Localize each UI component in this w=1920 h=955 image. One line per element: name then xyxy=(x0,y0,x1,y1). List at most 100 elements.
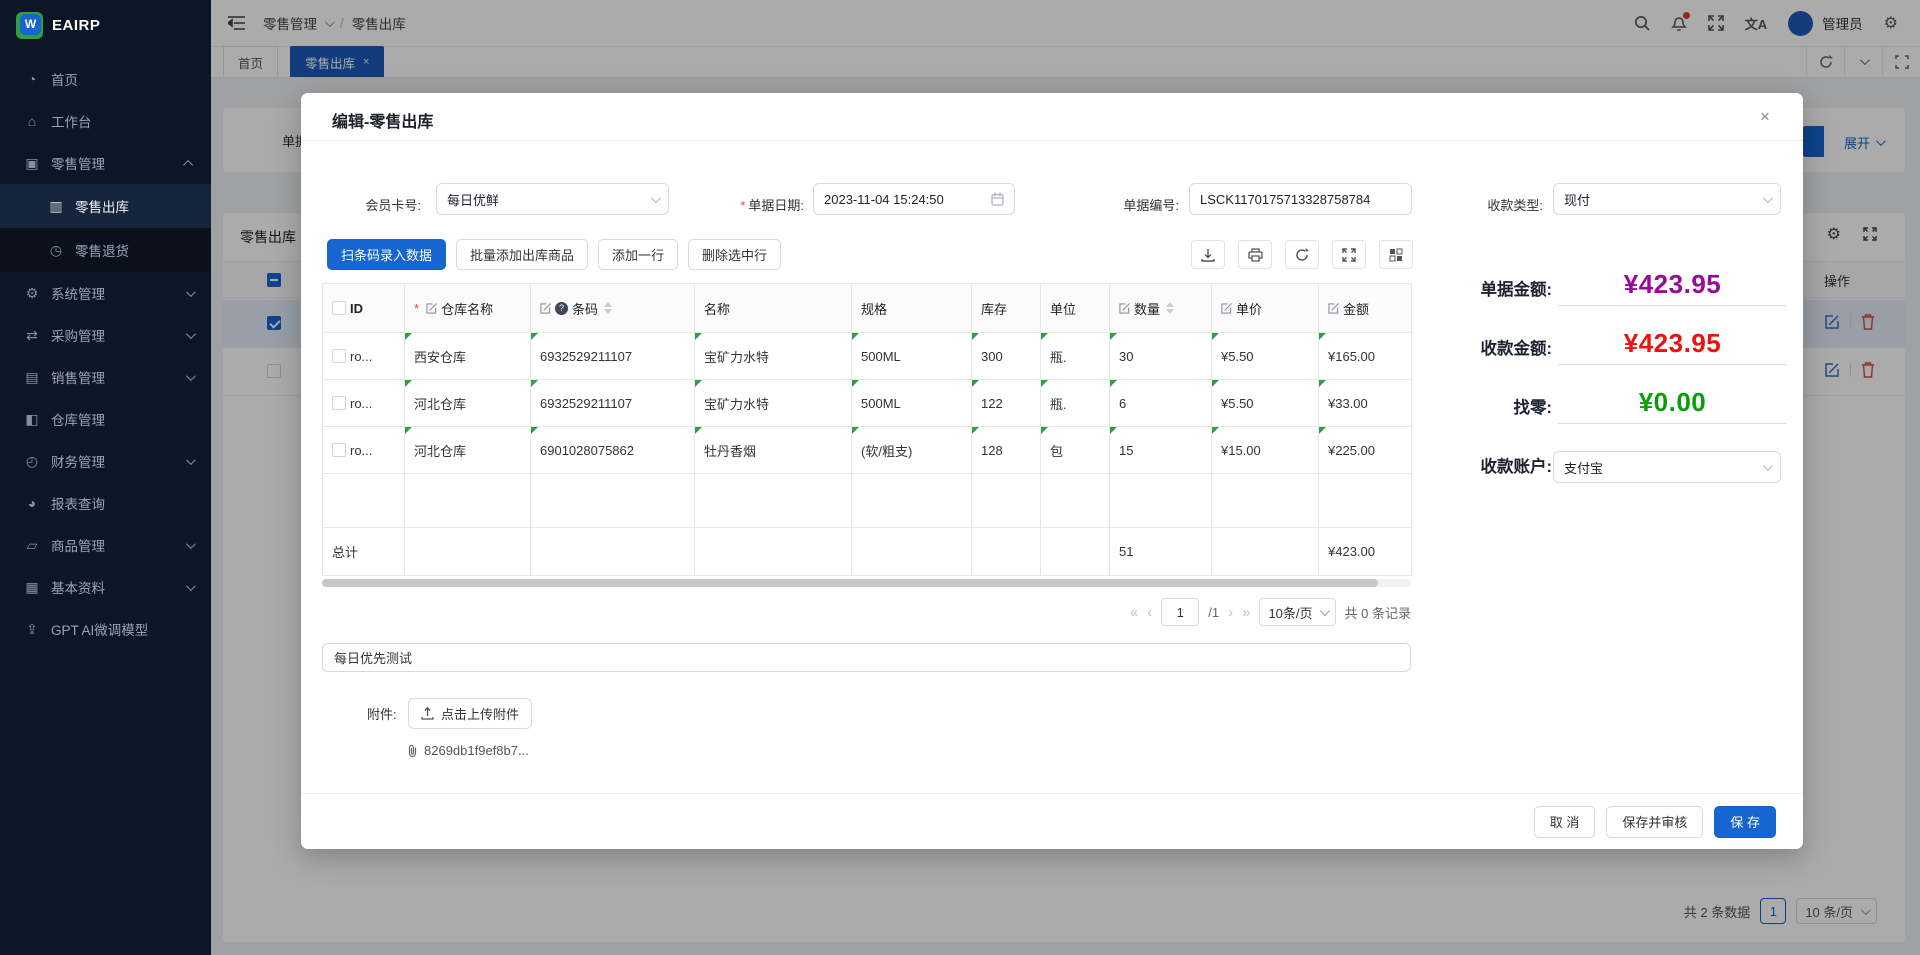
item-row[interactable]: ro... 河北仓库 6932529211107 宝矿力水特 500ML 122… xyxy=(323,380,1412,427)
edit-icon xyxy=(1119,303,1130,314)
chevron-down-icon xyxy=(186,455,196,465)
chevron-down-icon xyxy=(186,539,196,549)
account-select[interactable]: 支付宝 xyxy=(1553,451,1781,483)
download-icon[interactable] xyxy=(1191,240,1225,269)
remark-input[interactable]: 每日优先测试 xyxy=(322,643,1411,672)
total-row: 总计 51 ¥423.00 xyxy=(323,528,1412,576)
items-table: ID *仓库名称 条码 名称 规格 库存 单位 数量 单价 金额 ro... 西… xyxy=(322,283,1411,576)
last-page-icon[interactable]: » xyxy=(1242,604,1250,621)
close-modal-icon[interactable]: × xyxy=(1753,105,1777,129)
record-count: 共 0 条记录 xyxy=(1345,603,1411,622)
calendar-icon xyxy=(991,192,1004,206)
sidebar-item-system[interactable]: ⚙ 系统管理 xyxy=(0,272,211,314)
received-amount-value[interactable]: ¥423.95 xyxy=(1558,328,1787,365)
gear-icon: ⚙ xyxy=(24,285,40,302)
bill-date-input[interactable]: 2023-11-04 15:24:50 xyxy=(813,183,1015,215)
empty-row xyxy=(323,474,1412,528)
sidebar-item-finance[interactable]: ◴ 财务管理 xyxy=(0,440,211,482)
chevron-down-icon xyxy=(186,287,196,297)
member-card-label: 会员卡号: xyxy=(321,190,421,222)
upload-icon xyxy=(421,707,434,720)
pay-type-label: 收款类型: xyxy=(1461,190,1543,222)
sidebar: W EAIRP ◔ 首页 ⌂ 工作台 ▣ 零售管理 ▥ 零售出库 ◷ 零售退货 xyxy=(0,0,211,955)
print-icon[interactable] xyxy=(1238,240,1272,269)
sort-icon[interactable] xyxy=(1166,302,1174,314)
upload-attachment-button[interactable]: 点击上传附件 xyxy=(408,698,532,729)
row-checkbox[interactable] xyxy=(332,443,346,457)
page-size-select[interactable]: 10条/页 xyxy=(1259,598,1335,626)
bill-no-input[interactable]: LSCK1170175713328758784 xyxy=(1189,183,1412,215)
history-icon: ◴ xyxy=(24,453,40,470)
item-row[interactable]: ro... 西安仓库 6932529211107 宝矿力水特 500ML 300… xyxy=(323,333,1412,380)
page-input[interactable]: 1 xyxy=(1161,598,1199,626)
help-icon xyxy=(555,302,568,315)
sidebar-item-warehouse[interactable]: ◧ 仓库管理 xyxy=(0,398,211,440)
sidebar-item-sales[interactable]: ▤ 销售管理 xyxy=(0,356,211,398)
sidebar-item-workbench[interactable]: ⌂ 工作台 xyxy=(0,100,211,142)
edit-icon xyxy=(1328,303,1339,314)
change-amount-row: 找零: ¥0.00 xyxy=(1455,387,1787,424)
sidebar-item-product[interactable]: ▱ 商品管理 xyxy=(0,524,211,566)
scan-barcode-button[interactable]: 扫条码录入数据 xyxy=(327,239,446,270)
layout-icon: ▤ xyxy=(24,369,40,386)
modal-header: 编辑-零售出库 × xyxy=(301,93,1803,141)
edit-icon xyxy=(426,303,437,314)
batch-add-products-button[interactable]: 批量添加出库商品 xyxy=(456,239,588,270)
sidebar-item-report[interactable]: ◕ 报表查询 xyxy=(0,482,211,524)
dashboard-icon: ◔ xyxy=(24,71,40,87)
home-icon: ⌂ xyxy=(24,113,40,129)
brand-logo: W EAIRP xyxy=(0,0,211,50)
attachment-label: 附件: xyxy=(367,704,397,723)
bank-icon: ◧ xyxy=(24,411,40,428)
sidebar-item-basedata[interactable]: ▦ 基本资料 xyxy=(0,566,211,608)
first-page-icon[interactable]: « xyxy=(1130,604,1138,621)
sidebar-item-home[interactable]: ◔ 首页 xyxy=(0,58,211,100)
received-amount-row: 收款金额: ¥423.95 xyxy=(1455,328,1787,365)
attachment-file-link[interactable]: 8269db1f9ef8b7... xyxy=(407,743,529,758)
save-and-audit-button[interactable]: 保存并审核 xyxy=(1606,806,1703,838)
brand-logo-icon: W xyxy=(16,12,43,39)
sidebar-item-retail-outbound[interactable]: ▥ 零售出库 xyxy=(0,184,211,228)
folder-icon: ▣ xyxy=(24,155,40,172)
column-settings-icon[interactable] xyxy=(1379,240,1413,269)
row-checkbox[interactable] xyxy=(332,349,346,363)
sidebar-item-purchase[interactable]: ⇄ 采购管理 xyxy=(0,314,211,356)
save-button[interactable]: 保 存 xyxy=(1714,806,1776,838)
item-row[interactable]: ro... 河北仓库 6901028075862 牡丹香烟 (软/粗支) 128… xyxy=(323,427,1412,474)
next-page-icon[interactable]: › xyxy=(1228,604,1233,621)
chevron-down-icon xyxy=(186,329,196,339)
brand-name: EAIRP xyxy=(52,17,100,34)
edit-icon xyxy=(1221,303,1232,314)
sidebar-item-retail[interactable]: ▣ 零售管理 xyxy=(0,142,211,184)
modal-title: 编辑-零售出库 xyxy=(332,108,433,132)
sidebar-item-retail-return[interactable]: ◷ 零售退货 xyxy=(0,228,211,272)
chevron-down-icon xyxy=(186,371,196,381)
table-fullscreen-icon[interactable] xyxy=(1332,240,1366,269)
account-label: 收款账户: xyxy=(1455,451,1552,483)
bag-icon: ▱ xyxy=(24,537,40,554)
sidebar-item-gpt[interactable]: ⇪ GPT AI微调模型 xyxy=(0,608,211,650)
member-card-select[interactable]: 每日优鲜 xyxy=(436,183,669,215)
bill-amount-row: 单据金额: ¥423.95 xyxy=(1455,269,1787,306)
cancel-button[interactable]: 取 消 xyxy=(1534,806,1596,838)
refresh-icon[interactable] xyxy=(1285,240,1319,269)
edit-retail-outbound-modal: 编辑-零售出库 × 会员卡号: 每日优鲜 *单据日期: 2023-11-04 1… xyxy=(301,93,1803,849)
gift-icon: ▥ xyxy=(48,198,64,215)
pay-type-select[interactable]: 现付 xyxy=(1553,183,1781,215)
grid-icon: ▦ xyxy=(24,579,40,596)
paperclip-icon xyxy=(407,744,418,758)
chevron-down-icon xyxy=(1763,193,1773,203)
row-checkbox[interactable] xyxy=(332,396,346,410)
sort-icon[interactable] xyxy=(604,302,612,314)
prev-page-icon[interactable]: ‹ xyxy=(1147,604,1152,621)
horizontal-scrollbar[interactable] xyxy=(322,579,1411,587)
total-amount: ¥423.00 xyxy=(1319,528,1412,576)
modal-pagination: « ‹ 1 /1 › » 10条/页 共 0 条记录 xyxy=(322,598,1411,626)
bill-date-label: *单据日期: xyxy=(699,190,804,222)
delete-selected-rows-button[interactable]: 删除选中行 xyxy=(688,239,781,270)
rocket-icon: ⇪ xyxy=(24,621,40,638)
select-all-checkbox[interactable] xyxy=(332,301,346,315)
clock-icon: ◷ xyxy=(48,242,64,259)
modal-footer: 取 消 保存并审核 保 存 xyxy=(301,793,1803,849)
add-row-button[interactable]: 添加一行 xyxy=(598,239,678,270)
